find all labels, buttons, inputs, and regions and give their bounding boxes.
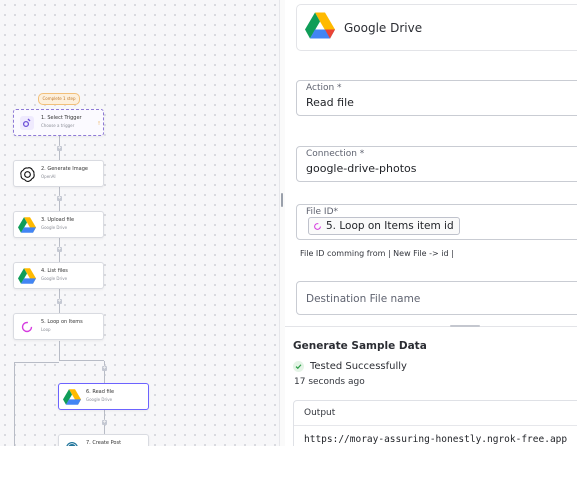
step-subtitle: Google Drive (41, 225, 68, 230)
connection-label: Connection * (306, 149, 365, 159)
step-title: 3. Upload file (41, 217, 75, 223)
file-id-help-text: File ID comming from | New File -> id | (300, 249, 454, 258)
piece-header-card: Google Drive (296, 4, 577, 51)
google-drive-icon (305, 12, 335, 42)
flow-step-read-file[interactable]: 6. Read file Google Drive (58, 383, 149, 410)
step-title: 5. Loop on Items (41, 319, 83, 325)
step-title: 1. Select Trigger (41, 115, 82, 121)
step-subtitle: Loop (41, 327, 51, 332)
action-value: Read file (306, 96, 354, 109)
step-settings-panel: Google Drive Action * Read file Connecti… (285, 0, 577, 446)
check-circle-icon (293, 361, 304, 372)
loop-connector (59, 360, 104, 361)
wordpress-icon (63, 439, 81, 446)
destination-placeholder: Destination File name (306, 293, 421, 305)
flow-step-list-files[interactable]: 4. List files Google Drive (13, 262, 104, 289)
flow-step-create-post[interactable]: 7. Create Post (58, 434, 149, 446)
google-drive-icon (63, 388, 81, 406)
loop-icon (314, 222, 321, 230)
drag-handle[interactable] (450, 325, 480, 327)
output-label: Output (304, 408, 336, 418)
file-id-input[interactable]: File ID* 5. Loop on Items item id (296, 204, 577, 240)
output-separator (294, 425, 577, 426)
variable-chip-label: 5. Loop on Items item id (326, 220, 454, 232)
resize-grip-icon (281, 193, 283, 207)
warning-icon: ! (97, 121, 100, 127)
google-drive-icon (18, 267, 36, 285)
output-value: https://moray-assuring-honestly.ngrok-fr… (304, 434, 568, 445)
action-select[interactable]: Action * Read file (296, 80, 577, 116)
step-subtitle: Choose a trigger (41, 123, 75, 128)
blank-area (0, 446, 577, 500)
flow-step-loop-on-items[interactable]: 5. Loop on Items Loop (13, 313, 104, 340)
loop-back-connector (14, 362, 15, 446)
test-status: Tested Successfully (293, 361, 407, 372)
add-step-button[interactable]: + (57, 196, 62, 201)
step-title: 6. Read file (86, 389, 115, 395)
add-step-button[interactable]: + (102, 366, 107, 371)
piece-name: Google Drive (344, 21, 423, 35)
loop-icon (18, 318, 36, 336)
action-label: Action * (306, 83, 342, 93)
connection-select[interactable]: Connection * google-drive-photos (296, 146, 577, 182)
generate-sample-data-title: Generate Sample Data (293, 340, 427, 352)
section-divider (285, 325, 577, 327)
test-timestamp: 17 seconds ago (294, 377, 365, 387)
step-subtitle: Google Drive (41, 276, 68, 281)
step-subtitle: Google Drive (86, 397, 113, 402)
connector (59, 341, 60, 361)
flow-canvas[interactable]: Complete 1 step + + + + + + 1. Select Tr… (0, 0, 279, 446)
trigger-icon (18, 114, 36, 132)
add-step-button[interactable]: + (57, 247, 62, 252)
openai-icon (18, 165, 36, 183)
flow-step-generate-image[interactable]: 2. Generate Image OpenAI (13, 160, 104, 187)
destination-file-name-input[interactable]: Destination File name (296, 281, 577, 315)
add-step-button[interactable]: + (57, 146, 62, 151)
step-subtitle: OpenAI (41, 174, 56, 179)
google-drive-icon (18, 216, 36, 234)
add-step-button[interactable]: + (102, 420, 107, 425)
flow-step-upload-file[interactable]: 3. Upload file Google Drive (13, 211, 104, 238)
loop-connector (14, 362, 59, 363)
incomplete-steps-badge: Complete 1 step (38, 93, 80, 105)
variable-chip[interactable]: 5. Loop on Items item id (308, 217, 460, 235)
step-title: 4. List files (41, 268, 68, 274)
test-status-label: Tested Successfully (310, 361, 407, 372)
file-id-label: File ID* (306, 207, 339, 217)
step-title: 2. Generate Image (41, 166, 88, 172)
add-step-button[interactable]: + (57, 299, 62, 304)
connection-value: google-drive-photos (306, 162, 417, 175)
flow-step-select-trigger[interactable]: 1. Select Trigger Choose a trigger ! (13, 109, 104, 136)
output-panel[interactable]: Output https://moray-assuring-honestly.n… (293, 400, 577, 446)
